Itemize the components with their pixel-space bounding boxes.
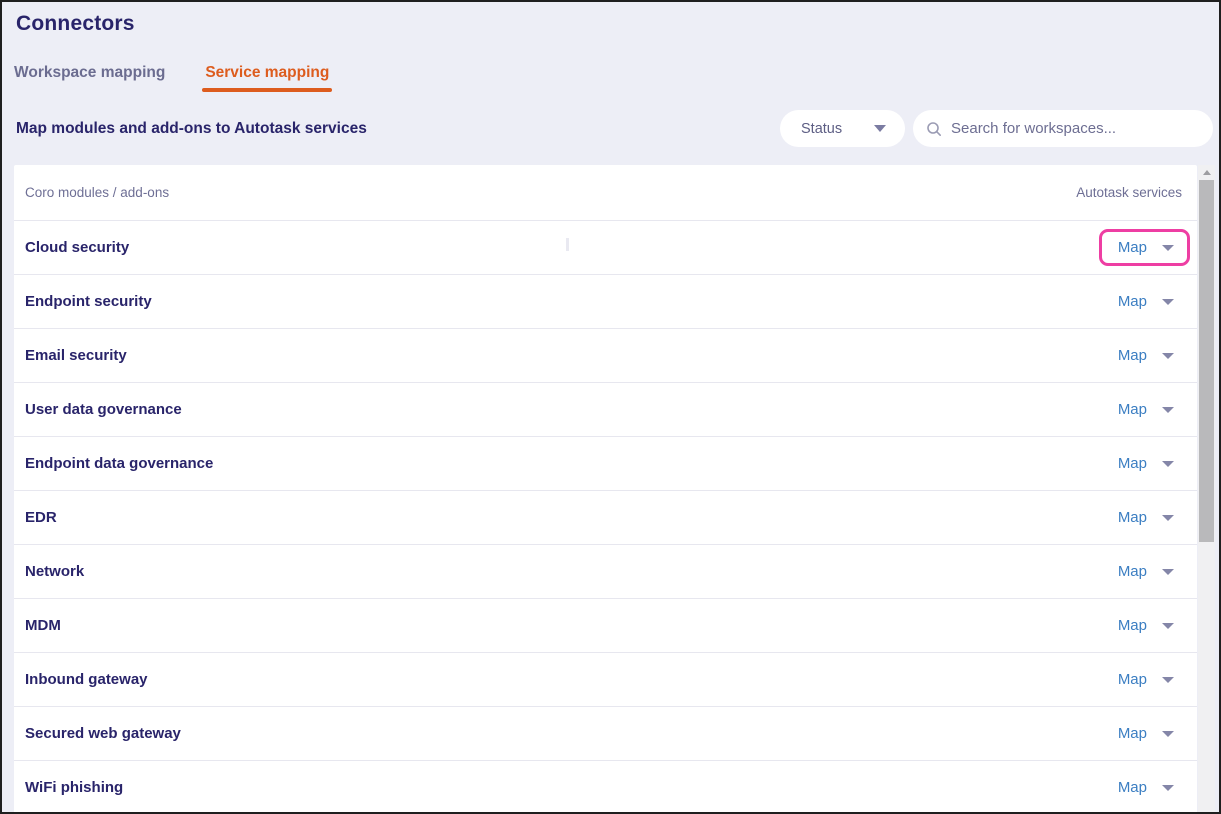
tab-label: Service mapping [205,64,329,81]
table-row: Network Map [14,545,1197,599]
module-label: MDM [25,617,61,634]
table-row: Inbound gateway Map [14,653,1197,707]
tab-workspace-mapping[interactable]: Workspace mapping [14,64,165,92]
module-label: Cloud security [25,239,129,256]
module-label: User data governance [25,401,182,418]
table-row: Email security Map [14,329,1197,383]
chevron-down-icon[interactable] [1162,515,1174,521]
table-row: Endpoint security Map [14,275,1197,329]
map-cell: Map [1099,391,1190,428]
section-heading: Map modules and add-ons to Autotask serv… [16,120,367,138]
chevron-down-icon[interactable] [1162,299,1174,305]
map-cell: Map [1099,607,1190,644]
map-button[interactable]: Map [1118,671,1147,688]
text-cursor-artifact [566,238,569,251]
chevron-down-icon[interactable] [1162,677,1174,683]
chevron-down-icon[interactable] [1162,569,1174,575]
chevron-down-icon [874,125,886,132]
module-label: Email security [25,347,127,364]
module-label: Endpoint data governance [25,455,213,472]
map-button[interactable]: Map [1118,563,1147,580]
module-label: Endpoint security [25,293,152,310]
module-label: EDR [25,509,57,526]
tab-service-mapping[interactable]: Service mapping [205,64,329,92]
search-box[interactable] [913,110,1213,147]
map-cell: Map [1099,553,1190,590]
table-row: Endpoint data governance Map [14,437,1197,491]
map-cell: Map [1099,715,1190,752]
page-title: Connectors [16,12,135,36]
map-button[interactable]: Map [1118,725,1147,742]
module-label: Network [25,563,84,580]
chevron-down-icon[interactable] [1162,785,1174,791]
map-cell: Map [1099,661,1190,698]
chevron-down-icon[interactable] [1162,353,1174,359]
map-button[interactable]: Map [1118,239,1147,256]
status-dropdown[interactable]: Status [780,110,905,147]
module-label: Inbound gateway [25,671,148,688]
table-row: User data governance Map [14,383,1197,437]
search-input[interactable] [951,120,1199,137]
map-button[interactable]: Map [1118,401,1147,418]
map-button[interactable]: Map [1118,509,1147,526]
map-cell: Map [1099,337,1190,374]
module-label: Secured web gateway [25,725,181,742]
map-cell: Map [1099,283,1190,320]
map-cell: Map [1099,769,1190,806]
chevron-down-icon[interactable] [1162,245,1174,251]
map-cell: Map [1099,499,1190,536]
service-mapping-table: Coro modules / add-ons Autotask services… [14,165,1197,814]
scroll-up-arrow-icon [1203,170,1211,175]
column-header-autotask-services: Autotask services [1076,185,1182,200]
search-icon [926,121,942,137]
map-button[interactable]: Map [1118,779,1147,796]
map-cell: Map [1099,445,1190,482]
chevron-down-icon[interactable] [1162,407,1174,413]
map-button[interactable]: Map [1118,455,1147,472]
map-button[interactable]: Map [1118,347,1147,364]
table-row: WiFi phishing Map [14,761,1197,814]
table-row: EDR Map [14,491,1197,545]
map-button[interactable]: Map [1118,293,1147,310]
status-dropdown-label: Status [801,121,842,137]
table-body: Cloud security Map Endpoint security Map… [14,221,1197,814]
connectors-page: Connectors Workspace mapping Service map… [0,0,1221,814]
chevron-down-icon[interactable] [1162,731,1174,737]
active-tab-underline [202,88,332,92]
tab-bar: Workspace mapping Service mapping [14,64,329,92]
map-cell: Map [1099,229,1190,266]
tab-label: Workspace mapping [14,64,165,81]
scrollbar-thumb[interactable] [1199,180,1214,542]
module-label: WiFi phishing [25,779,123,796]
scroll-up-button[interactable] [1198,165,1215,180]
map-button[interactable]: Map [1118,617,1147,634]
scrollbar[interactable] [1198,165,1215,814]
table-row: Cloud security Map [14,221,1197,275]
chevron-down-icon[interactable] [1162,623,1174,629]
table-header-row: Coro modules / add-ons Autotask services [14,165,1197,221]
column-header-coro-modules: Coro modules / add-ons [25,185,169,200]
table-row: Secured web gateway Map [14,707,1197,761]
table-row: MDM Map [14,599,1197,653]
chevron-down-icon[interactable] [1162,461,1174,467]
